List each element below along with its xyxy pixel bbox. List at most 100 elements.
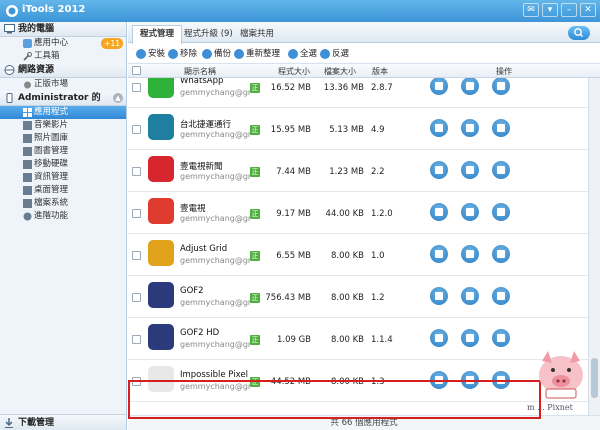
invert-select-icon <box>320 49 330 59</box>
table-row[interactable]: 台北捷運通行gemmychang@gm...正 15.95 MB 5.13 MB 4.… <box>128 110 588 150</box>
backup-app-button[interactable] <box>461 287 479 305</box>
sidebar-item-info[interactable]: 資訊管理 <box>0 171 126 184</box>
app-version: 1.2 <box>371 293 385 303</box>
tab-file-share[interactable]: 檔案共用 <box>232 25 282 43</box>
sidebar-item-disk[interactable]: 移動硬碟 <box>0 158 126 171</box>
remove-button[interactable]: 移除 <box>168 48 197 60</box>
save-icon <box>466 124 474 132</box>
table-row[interactable]: 壹電視新聞gemmychang@gm...正 7.44 MB 1.23 MB 2.2 <box>128 152 588 192</box>
row-checkbox[interactable] <box>132 167 141 176</box>
eject-icon[interactable]: ▲ <box>113 93 123 103</box>
row-checkbox[interactable] <box>132 293 141 302</box>
row-checkbox[interactable] <box>132 83 141 92</box>
app-icon <box>148 114 174 140</box>
row-checkbox[interactable] <box>132 335 141 344</box>
menu-icon[interactable]: ▾ <box>542 3 558 17</box>
sidebar-item-photos[interactable]: 照片圖庫 <box>0 132 126 145</box>
table-row[interactable]: GOF2 gemmychang@gm...正 756.43 MB 8.00 KB 1.2 <box>128 278 588 318</box>
save-icon <box>466 82 474 90</box>
app-name: Adjust Grid <box>180 244 228 254</box>
open-folder-button[interactable] <box>492 287 510 305</box>
delete-app-button[interactable] <box>430 287 448 305</box>
open-folder-button[interactable] <box>492 78 510 95</box>
folder-icon <box>497 334 505 342</box>
sidebar-item-books[interactable]: 圖書管理 <box>0 145 126 158</box>
row-checkbox[interactable] <box>132 251 141 260</box>
select-all-checkbox[interactable] <box>132 66 141 75</box>
app-name: Impossible Pixel <box>180 370 248 380</box>
app-size: 1.09 GB <box>276 335 311 345</box>
message-icon[interactable]: ✉ <box>523 3 539 17</box>
folder-icon <box>497 166 505 174</box>
itools-logo-icon <box>6 5 18 17</box>
update-count-badge: +11 <box>101 38 123 49</box>
search-button[interactable] <box>568 26 590 40</box>
column-header-version[interactable]: 版本 <box>372 66 388 77</box>
backup-app-button[interactable] <box>461 78 479 95</box>
refresh-label: 重新整理 <box>246 49 281 59</box>
section-device[interactable]: Administrator 的 iPho... ▲ <box>0 91 126 118</box>
save-icon <box>466 166 474 174</box>
scroll-thumb[interactable] <box>591 358 598 398</box>
close-button[interactable]: ✕ <box>580 3 596 17</box>
open-folder-button[interactable] <box>492 245 510 263</box>
open-folder-button[interactable] <box>492 161 510 179</box>
sidebar: 我的電腦 應用中心 +11 工具箱 網路資源 正版市場 Administrato… <box>0 22 127 430</box>
table-row[interactable]: 壹電視gemmychang@gm...正 9.17 MB 44.00 KB 1.2.0 <box>128 194 588 234</box>
app-name: GOF2 HD <box>180 328 220 338</box>
delete-app-button[interactable] <box>430 329 448 347</box>
backup-app-button[interactable] <box>461 245 479 263</box>
section-my-computer[interactable]: 我的電腦 <box>0 22 126 37</box>
backup-app-button[interactable] <box>461 119 479 137</box>
invert-select-button[interactable]: 反選 <box>320 48 349 60</box>
section-web-resources[interactable]: 網路資源 <box>0 63 126 78</box>
apps-grid-icon <box>23 108 32 117</box>
backup-app-button[interactable] <box>461 161 479 179</box>
sidebar-item-market[interactable]: 正版市場 <box>0 78 126 91</box>
backup-app-button[interactable] <box>461 203 479 221</box>
tab-app-manage[interactable]: 程式管理 <box>132 25 183 44</box>
install-button[interactable]: 安裝 <box>136 48 165 60</box>
desktop-icon <box>23 186 32 195</box>
minimize-button[interactable]: – <box>561 3 577 17</box>
row-checkbox[interactable] <box>132 209 141 218</box>
sidebar-item-advanced[interactable]: 進階功能 <box>0 210 126 223</box>
column-header-name[interactable]: 顯示名稱 <box>184 66 216 77</box>
row-checkbox[interactable] <box>132 125 141 134</box>
trash-icon <box>435 82 443 90</box>
watermark-text: m ... Pixnet <box>527 403 573 412</box>
backup-button[interactable]: 備份 <box>202 48 231 60</box>
open-folder-button[interactable] <box>492 203 510 221</box>
delete-app-button[interactable] <box>430 161 448 179</box>
delete-app-button[interactable] <box>430 245 448 263</box>
sidebar-item-filesystem[interactable]: 檔案系統 <box>0 197 126 210</box>
sidebar-item-label: 資訊管理 <box>34 172 69 182</box>
app-name: WhatsApp <box>180 78 224 86</box>
app-docs-size: 8.00 KB <box>330 335 364 345</box>
table-row[interactable]: GOF2 HD gemmychang@gm...正 1.09 GB 8.00 KB 1.… <box>128 320 588 360</box>
apple-icon <box>24 81 31 89</box>
table-row[interactable]: WhatsApp gemmychang@gm...正 16.52 MB 13.36 M… <box>128 78 588 108</box>
app-icon <box>148 156 174 182</box>
sidebar-item-applications[interactable]: 應用程式 <box>0 106 126 119</box>
sidebar-item-music-video[interactable]: 音樂影片 <box>0 119 126 132</box>
delete-app-button[interactable] <box>430 203 448 221</box>
open-folder-button[interactable] <box>492 329 510 347</box>
app-author: gemmychang@gm... <box>180 88 250 97</box>
genuine-badge-icon: 正 <box>250 209 260 219</box>
sidebar-item-app-center[interactable]: 應用中心 +11 <box>0 37 126 50</box>
backup-app-button[interactable] <box>461 329 479 347</box>
column-header-docs[interactable]: 檔案大小 <box>324 66 356 77</box>
open-folder-button[interactable] <box>492 119 510 137</box>
trash-icon <box>435 166 443 174</box>
select-all-button[interactable]: 全選 <box>288 48 317 60</box>
download-manager[interactable]: 下載管理 <box>0 414 126 430</box>
sidebar-item-desktop[interactable]: 桌面管理 <box>0 184 126 197</box>
delete-app-button[interactable] <box>430 78 448 95</box>
refresh-button[interactable]: 重新整理 <box>234 48 280 60</box>
app-size: 7.44 MB <box>276 167 311 177</box>
column-header-size[interactable]: 程式大小 <box>278 66 310 77</box>
delete-app-button[interactable] <box>430 119 448 137</box>
table-row[interactable]: Adjust Grid gemmychang@gm...正 6.55 MB 8.00 … <box>128 236 588 276</box>
sidebar-item-toolbox[interactable]: 工具箱 <box>0 50 126 63</box>
